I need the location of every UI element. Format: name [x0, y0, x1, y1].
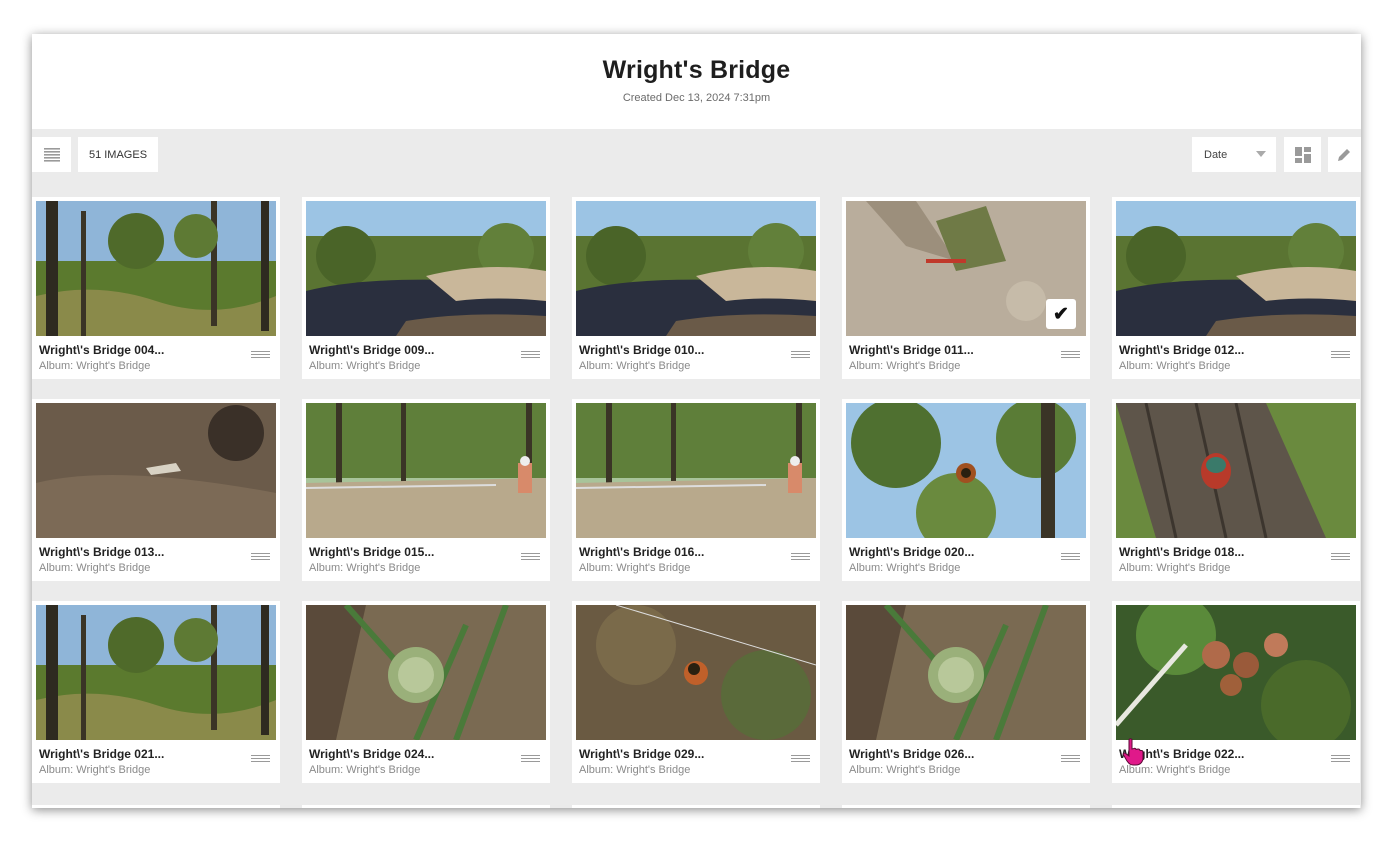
image-album-label: Album: Wright's Bridge [1119, 360, 1231, 372]
drag-handle-icon[interactable] [251, 553, 270, 561]
image-album-label: Album: Wright's Bridge [579, 360, 691, 372]
image-card[interactable]: Wright\'s Bridge 004... Album: Wright's B… [32, 197, 280, 379]
drag-handle-icon[interactable] [791, 755, 810, 763]
image-card[interactable]: Wright\'s Bridge 013... Album: Wright's B… [32, 399, 280, 581]
pencil-icon [1338, 149, 1350, 161]
image-title: Wright\'s Bridge 012... [1119, 343, 1245, 357]
image-card[interactable]: Wright\'s Bridge 012... Album: Wright's B… [1112, 197, 1360, 379]
image-album-label: Album: Wright's Bridge [309, 562, 421, 574]
card-partial [302, 805, 550, 808]
image-album-label: Album: Wright's Bridge [39, 562, 151, 574]
image-card[interactable]: Wright\'s Bridge 024... Album: Wright's B… [302, 601, 550, 783]
drag-handle-icon[interactable] [251, 755, 270, 763]
image-card[interactable]: ✔ Wright\'s Bridge 011... Album: Wright's … [842, 197, 1090, 379]
image-title: Wright\'s Bridge 013... [39, 545, 165, 559]
image-album-label: Album: Wright's Bridge [39, 360, 151, 372]
image-title: Wright\'s Bridge 004... [39, 343, 165, 357]
image-card[interactable]: Wright\'s Bridge 016... Album: Wright's B… [572, 399, 820, 581]
image-thumbnail[interactable] [306, 605, 546, 740]
image-album-label: Album: Wright's Bridge [579, 764, 691, 776]
image-title: Wright\'s Bridge 010... [579, 343, 705, 357]
image-thumbnail[interactable]: ✔ [846, 201, 1086, 336]
image-thumbnail[interactable] [576, 403, 816, 538]
image-count-button[interactable]: 51 IMAGES [78, 137, 158, 172]
image-title: Wright\'s Bridge 018... [1119, 545, 1245, 559]
image-thumbnail[interactable] [306, 201, 546, 336]
image-thumbnail[interactable] [846, 403, 1086, 538]
drag-handle-icon[interactable] [1061, 755, 1080, 763]
image-title: Wright\'s Bridge 015... [309, 545, 435, 559]
image-thumbnail[interactable] [36, 403, 276, 538]
image-title: Wright\'s Bridge 029... [579, 747, 705, 761]
image-album-label: Album: Wright's Bridge [1119, 562, 1231, 574]
layout-button[interactable] [1284, 137, 1321, 172]
image-title: Wright\'s Bridge 011... [849, 343, 974, 357]
image-card[interactable]: Wright\'s Bridge 018... Album: Wright's B… [1112, 399, 1360, 581]
image-card[interactable]: Wright\'s Bridge 015... Album: Wright's B… [302, 399, 550, 581]
image-thumbnail[interactable] [576, 201, 816, 336]
image-title: Wright\'s Bridge 020... [849, 545, 975, 559]
drag-handle-icon[interactable] [1061, 351, 1080, 359]
image-card[interactable]: Wright\'s Bridge 009... Album: Wright's B… [302, 197, 550, 379]
image-thumbnail[interactable] [1116, 605, 1356, 740]
checkmark-icon[interactable]: ✔ [1046, 299, 1076, 329]
image-card[interactable]: Wright\'s Bridge 029... Album: Wright's B… [572, 601, 820, 783]
drag-handle-icon[interactable] [1061, 553, 1080, 561]
card-partial [32, 805, 280, 808]
drag-handle-icon[interactable] [791, 351, 810, 359]
image-thumbnail[interactable] [36, 605, 276, 740]
image-card[interactable]: Wright\'s Bridge 022... Album: Wright's B… [1112, 601, 1360, 783]
image-title: Wright\'s Bridge 026... [849, 747, 975, 761]
image-card[interactable]: Wright\'s Bridge 021... Album: Wright's B… [32, 601, 280, 783]
image-album-label: Album: Wright's Bridge [579, 562, 691, 574]
grid-layout-icon [1294, 146, 1311, 163]
list-icon [43, 147, 60, 162]
drag-handle-icon[interactable] [1331, 351, 1350, 359]
image-thumbnail[interactable] [846, 605, 1086, 740]
image-album-label: Album: Wright's Bridge [849, 562, 961, 574]
image-album-label: Album: Wright's Bridge [309, 360, 421, 372]
image-title: Wright\'s Bridge 021... [39, 747, 165, 761]
drag-handle-icon[interactable] [251, 351, 270, 359]
card-partial [1112, 805, 1360, 808]
image-album-label: Album: Wright's Bridge [309, 764, 421, 776]
drag-handle-icon[interactable] [521, 351, 540, 359]
image-title: Wright\'s Bridge 009... [309, 343, 435, 357]
card-partial [572, 805, 820, 808]
sort-label: Date [1204, 148, 1228, 161]
image-thumbnail[interactable] [1116, 403, 1356, 538]
list-menu-button[interactable] [32, 137, 71, 172]
image-title: Wright\'s Bridge 016... [579, 545, 705, 559]
image-card[interactable]: Wright\'s Bridge 026... Album: Wright's B… [842, 601, 1090, 783]
album-header: Wright's Bridge Created Dec 13, 2024 7:3… [32, 34, 1361, 129]
drag-handle-icon[interactable] [521, 755, 540, 763]
drag-handle-icon[interactable] [1331, 755, 1350, 763]
chevron-down-icon [1256, 151, 1266, 157]
drag-handle-icon[interactable] [791, 553, 810, 561]
sort-dropdown[interactable]: Date [1192, 137, 1276, 172]
image-count-label: 51 IMAGES [88, 148, 148, 161]
image-card[interactable]: Wright\'s Bridge 010... Album: Wright's B… [572, 197, 820, 379]
album-created-date: Created Dec 13, 2024 7:31pm [622, 92, 771, 104]
image-album-label: Album: Wright's Bridge [39, 764, 151, 776]
album-window: Wright's Bridge Created Dec 13, 2024 7:3… [32, 34, 1361, 808]
image-thumbnail[interactable] [306, 403, 546, 538]
hand-cursor-icon [1122, 738, 1144, 766]
edit-button[interactable] [1328, 137, 1361, 172]
album-title: Wright's Bridge [602, 56, 791, 84]
image-title: Wright\'s Bridge 024... [309, 747, 435, 761]
drag-handle-icon[interactable] [1331, 553, 1350, 561]
image-thumbnail[interactable] [1116, 201, 1356, 336]
image-album-label: Album: Wright's Bridge [849, 764, 961, 776]
image-thumbnail[interactable] [576, 605, 816, 740]
image-album-label: Album: Wright's Bridge [849, 360, 961, 372]
image-thumbnail[interactable] [36, 201, 276, 336]
image-card[interactable]: Wright\'s Bridge 020... Album: Wright's B… [842, 399, 1090, 581]
drag-handle-icon[interactable] [521, 553, 540, 561]
card-partial [842, 805, 1090, 808]
